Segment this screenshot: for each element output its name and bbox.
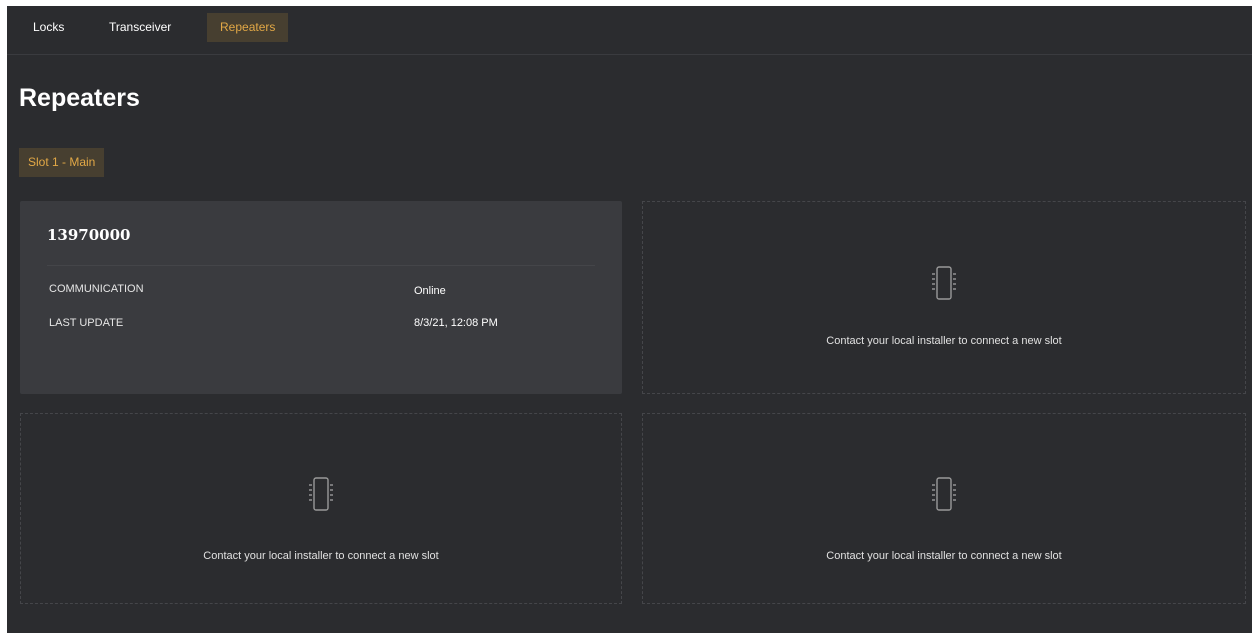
empty-slot-message: Contact your local installer to connect … (826, 550, 1062, 562)
page-title: Repeaters (19, 84, 140, 112)
repeater-card[interactable]: 13970000 COMMUNICATION Online LAST UPDAT… (20, 201, 622, 394)
app-window: Locks Transceiver Repeaters Repeaters Sl… (7, 6, 1252, 633)
chip-icon (309, 477, 333, 511)
card-divider (47, 265, 595, 266)
empty-slot-card: Contact your local installer to connect … (642, 201, 1246, 394)
empty-slot-card: Contact your local installer to connect … (642, 413, 1246, 604)
empty-slot-card: Contact your local installer to connect … (20, 413, 622, 604)
communication-value: Online (414, 285, 446, 297)
top-navigation: Locks Transceiver Repeaters (7, 6, 1252, 55)
chip-icon (932, 266, 956, 300)
empty-slot-message: Contact your local installer to connect … (826, 335, 1062, 347)
tab-locks[interactable]: Locks (20, 13, 77, 42)
chip-icon (932, 477, 956, 511)
communication-label: COMMUNICATION (49, 283, 144, 295)
last-update-value: 8/3/21, 12:08 PM (414, 317, 498, 329)
last-update-label: LAST UPDATE (49, 317, 124, 329)
tab-transceiver[interactable]: Transceiver (96, 13, 184, 42)
empty-slot-message: Contact your local installer to connect … (203, 550, 439, 562)
repeater-id: 13970000 (47, 226, 131, 244)
tab-repeaters[interactable]: Repeaters (207, 13, 289, 42)
slot-tab-main[interactable]: Slot 1 - Main (19, 148, 105, 177)
